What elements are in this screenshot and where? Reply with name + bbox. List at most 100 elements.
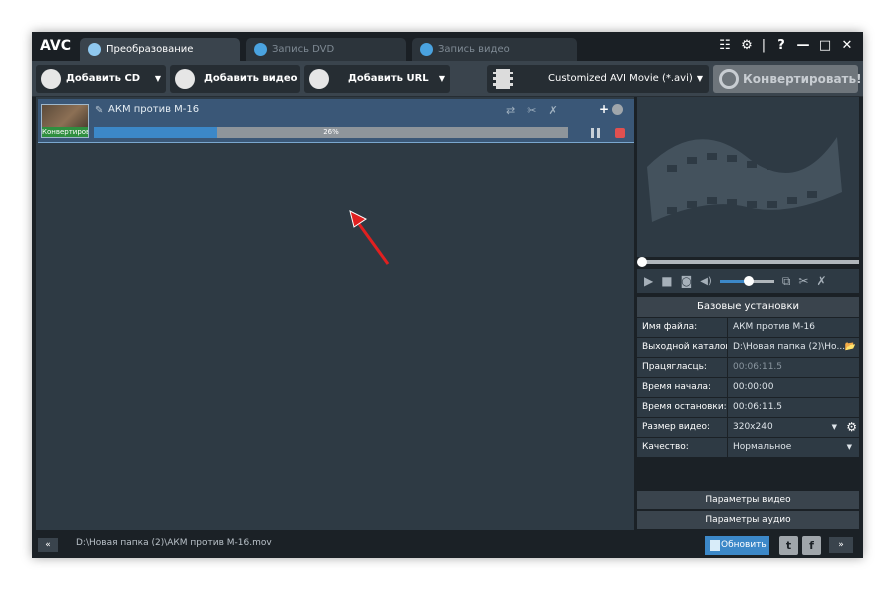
pause-icon[interactable]: [591, 128, 600, 138]
tab-dvd[interactable]: Запись DVD: [246, 38, 406, 61]
copy-icon[interactable]: ⧉: [782, 274, 791, 289]
video-size-select[interactable]: 320x240 ▼ ⚙: [728, 418, 859, 437]
filename-field[interactable]: АКМ против М-16: [728, 318, 859, 337]
seek-slider[interactable]: [637, 257, 859, 267]
list-item[interactable]: Конвертировано ✎ АКМ против М-16 ⇄ ✂ ✗ +…: [38, 99, 634, 143]
output-profile-label: Customized AVI Movie (*.avi): [548, 73, 693, 84]
add-video-label: Добавить видео: [204, 73, 298, 84]
setting-row-stop-time: Время остановки: 00:06:11.5: [637, 398, 859, 417]
effects-icon[interactable]: ✗: [816, 274, 826, 288]
play-icon[interactable]: ▶: [644, 274, 653, 288]
seek-track: [641, 260, 859, 264]
chevron-down-icon: ▼: [696, 74, 703, 83]
seek-knob[interactable]: [637, 257, 647, 267]
effects-icon[interactable]: ✗: [548, 104, 557, 117]
app-logo: AVC: [40, 38, 71, 54]
chevron-down-icon[interactable]: ▼: [439, 65, 445, 93]
output-dir-value: D:\Новая папка (2)\Но...: [733, 342, 846, 352]
maximize-icon[interactable]: □: [817, 38, 833, 53]
minimize-icon[interactable]: —: [795, 38, 811, 53]
player-controls: ▶ ■ ◙ ◀) ⧉ ✂ ✗: [637, 269, 859, 293]
pencil-icon[interactable]: ✎: [95, 105, 103, 116]
volume-knob[interactable]: [743, 275, 754, 286]
play-icon: [420, 43, 433, 56]
collapse-button[interactable]: «: [38, 538, 58, 552]
audio-params-button[interactable]: Параметры аудио: [637, 510, 859, 529]
gear-icon[interactable]: ⚙: [846, 418, 857, 437]
tab-record[interactable]: Запись видео: [412, 38, 577, 61]
setting-key: Качество:: [637, 438, 727, 457]
folder-icon[interactable]: 📂: [845, 338, 856, 357]
progress-bar: 26%: [94, 127, 568, 138]
gear-icon[interactable]: ⚙: [739, 38, 755, 53]
facebook-icon[interactable]: f: [802, 536, 821, 555]
volume-slider[interactable]: [719, 275, 774, 286]
duration-value: 00:06:11.5: [728, 358, 859, 377]
setting-row-quality: Качество: Нормальное ▼: [637, 438, 859, 457]
right-panel: ▶ ■ ◙ ◀) ⧉ ✂ ✗ Базовые установки Имя фай…: [637, 97, 859, 530]
stop-time-field[interactable]: 00:06:11.5: [728, 398, 859, 417]
app-window: AVC Преобразование Запись DVD Запись вид…: [32, 32, 863, 558]
swap-icon[interactable]: ⇄: [506, 104, 515, 117]
setting-row-filename: Имя файла: АКМ против М-16: [637, 318, 859, 337]
film-reel-icon: [175, 69, 195, 89]
plus-icon[interactable]: +: [599, 102, 609, 116]
tab-record-label: Запись видео: [438, 44, 510, 55]
quality-select[interactable]: Нормальное ▼: [728, 438, 859, 457]
add-video-button[interactable]: Добавить видео: [170, 65, 300, 93]
setting-key: Выходной каталог:: [637, 338, 727, 357]
add-cd-button[interactable]: Добавить CD диск ▼: [36, 65, 166, 112]
volume-icon[interactable]: ◀): [700, 276, 712, 287]
status-bar: « D:\Новая папка (2)\АКМ против М-16.mov…: [32, 532, 863, 558]
video-params-button[interactable]: Параметры видео: [637, 490, 859, 509]
setting-key: Время остановки:: [637, 398, 727, 417]
red-arrow-icon: [349, 210, 390, 265]
window-controls: ☷ ⚙ | ? — □ ✕: [717, 38, 855, 53]
scissors-icon[interactable]: ✂: [527, 104, 536, 117]
settings-panel: Базовые установки Имя файла: АКМ против …: [637, 297, 859, 530]
add-url-label: Добавить URL: [348, 73, 429, 84]
film-icon: [493, 69, 513, 89]
chevron-down-icon[interactable]: ▼: [155, 65, 161, 93]
camera-icon[interactable]: ◙: [681, 274, 693, 288]
tab-dvd-label: Запись DVD: [272, 44, 335, 55]
tab-convert-label: Преобразование: [106, 44, 194, 55]
tab-convert[interactable]: Преобразование: [80, 38, 240, 61]
video-thumbnail: Конвертировано: [41, 104, 89, 138]
setting-key: Працягласць:: [637, 358, 727, 377]
list-icon[interactable]: ☷: [717, 38, 733, 53]
close-icon[interactable]: ✕: [839, 38, 855, 53]
title-bar: AVC Преобразование Запись DVD Запись вид…: [32, 32, 863, 61]
file-list: Конвертировано ✎ АКМ против М-16 ⇄ ✂ ✗ +…: [36, 97, 634, 530]
update-button[interactable]: Обновить: [705, 536, 769, 555]
progress-text: 26%: [323, 128, 339, 136]
upload-icon: [710, 540, 720, 551]
disc-icon: [254, 43, 267, 56]
quality-value: Нормальное: [733, 442, 792, 452]
convert-tab-icon: [88, 43, 101, 56]
settings-header[interactable]: Базовые установки: [637, 297, 859, 317]
status-dot-icon: [612, 104, 623, 115]
stop-icon[interactable]: [615, 128, 625, 138]
chevron-down-icon: ▼: [831, 423, 837, 431]
stop-icon[interactable]: ■: [661, 274, 672, 288]
expand-button[interactable]: »: [829, 537, 853, 553]
setting-key: Время начала:: [637, 378, 727, 397]
output-profile-select[interactable]: Customized AVI Movie (*.avi) ▼: [487, 65, 709, 93]
thumbnail-status: Конвертировано: [42, 127, 88, 137]
preview-area: [637, 97, 859, 257]
convert-button[interactable]: Конвертировать!: [713, 65, 862, 93]
film-strip-icon: [647, 137, 842, 222]
setting-row-output-dir: Выходной каталог: D:\Новая папка (2)\Но.…: [637, 338, 859, 357]
help-icon[interactable]: ?: [773, 38, 789, 53]
chevron-down-icon: ▼: [846, 443, 852, 451]
update-label: Обновить: [721, 540, 767, 550]
separator: |: [761, 38, 767, 53]
scissors-icon[interactable]: ✂: [798, 274, 808, 288]
start-time-field[interactable]: 00:00:00: [728, 378, 859, 397]
output-dir-field[interactable]: D:\Новая папка (2)\Но... 📂: [728, 338, 859, 357]
add-url-button[interactable]: Добавить URL ▼: [304, 65, 450, 93]
twitter-icon[interactable]: t: [779, 536, 798, 555]
cd-icon: [41, 69, 61, 89]
video-size-value: 320x240: [733, 422, 773, 432]
